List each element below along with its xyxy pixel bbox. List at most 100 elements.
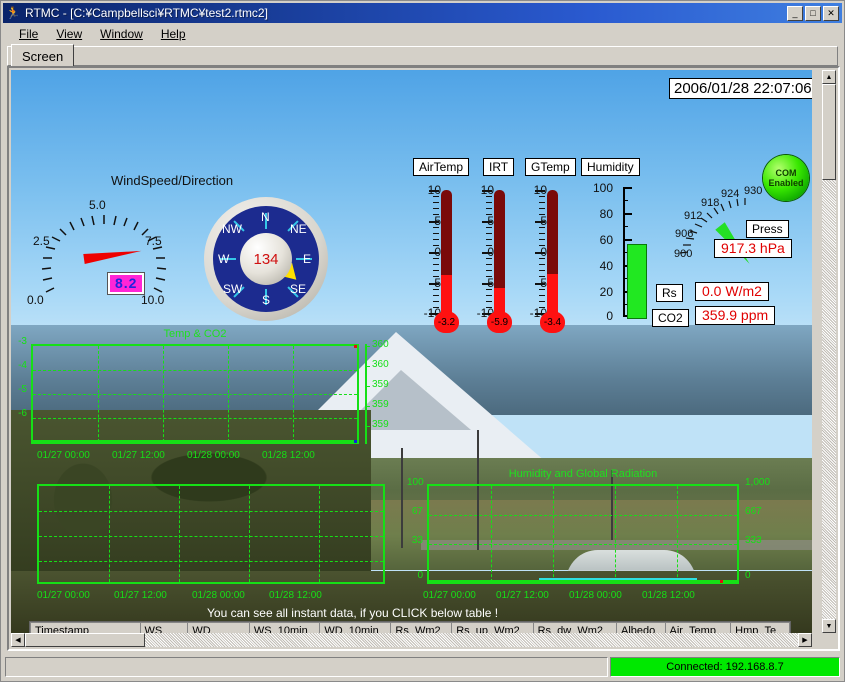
- tick-major: [429, 190, 439, 192]
- windspeed-tick-0: 0.0: [27, 293, 44, 307]
- tick-minor: [433, 258, 439, 259]
- gridline-h: [429, 544, 737, 545]
- window-title: RTMC - [C:¥Campbellsci¥RTMC¥test2.rtmc2]: [25, 6, 268, 20]
- tick-minor: [539, 239, 545, 240]
- compass-label-se: SE: [290, 282, 307, 296]
- pressure-tick-930: 930: [744, 185, 763, 197]
- tick-minor: [539, 196, 545, 197]
- tick-minor: [486, 276, 492, 277]
- menu-item-help[interactable]: Help: [152, 26, 195, 42]
- airtemp-value: -3.2: [434, 311, 459, 333]
- tick-minor: [539, 295, 545, 296]
- window-controls: _ □ ✕: [787, 5, 840, 21]
- vertical-scrollbar[interactable]: ▲ ▼: [822, 70, 836, 633]
- col-albedo[interactable]: Albedo: [616, 622, 666, 633]
- pressure-tick-918: 918: [701, 197, 720, 209]
- tick-minor: [486, 245, 492, 246]
- chart-temp-co2-trace-temp: [33, 440, 357, 442]
- menu-item-window[interactable]: Window: [91, 26, 152, 42]
- minimize-button[interactable]: _: [787, 5, 803, 21]
- gridline-v: [249, 486, 250, 582]
- horizontal-scrollbar[interactable]: ◀ ▶: [11, 633, 812, 647]
- col-air-temp[interactable]: Air_Temp: [664, 622, 732, 633]
- col-wd[interactable]: WD: [187, 622, 250, 633]
- tick-minor: [433, 289, 439, 290]
- gridline-h: [39, 511, 383, 512]
- tick-minor: [486, 239, 492, 240]
- tick-minor: [486, 264, 492, 265]
- gridline-v: [228, 346, 229, 442]
- menu-item-file[interactable]: File: [10, 26, 47, 42]
- menu-file-label: File: [19, 27, 39, 41]
- thermometer-irt: 10 5 0 -5 -10: [458, 183, 518, 337]
- instant-data-table[interactable]: Timestamp WS WD WS_10min WD_10min Rs_Wm2…: [29, 621, 791, 633]
- vertical-scroll-thumb[interactable]: [822, 84, 836, 180]
- data-table: Timestamp WS WD WS_10min WD_10min Rs_Wm2…: [30, 622, 790, 633]
- humidity-label: Humidity: [581, 158, 640, 176]
- chart3-xtick-1: 01/27 12:00: [496, 590, 549, 601]
- pressure-tick-900: 900: [674, 248, 693, 260]
- tab-screen[interactable]: Screen: [11, 44, 75, 66]
- maximize-button[interactable]: □: [805, 5, 821, 21]
- tick-minor: [486, 214, 492, 215]
- gridline-v: [163, 346, 164, 442]
- scroll-right-icon[interactable]: ▶: [798, 633, 812, 647]
- chart-temp-co2: Temp & CO2 -3 -4 -5 -6 360 360 359 359 3…: [18, 328, 389, 461]
- close-button[interactable]: ✕: [823, 5, 839, 21]
- col-ws[interactable]: WS: [139, 622, 189, 633]
- chart1-right-axis: [365, 344, 367, 444]
- tick-right: [365, 386, 370, 387]
- tick-minor: [433, 270, 439, 271]
- pressure-tick-924: 924: [721, 188, 740, 200]
- gridline-v: [179, 486, 180, 582]
- chart3-ytick-1: 67: [411, 506, 423, 517]
- col-rs-up-wm2[interactable]: Rs_up_Wm2: [451, 622, 534, 633]
- col-timestamp[interactable]: Timestamp: [30, 622, 141, 633]
- pressure-tick-906: 906: [675, 228, 694, 240]
- tick-minor: [433, 196, 439, 197]
- gridline-v: [109, 486, 110, 582]
- col-rs-wm2[interactable]: Rs_Wm2: [390, 622, 453, 633]
- chart1-y2tick-2: 359: [372, 379, 389, 390]
- scroll-down-icon[interactable]: ▼: [822, 619, 836, 633]
- horizontal-scroll-thumb[interactable]: [25, 633, 145, 647]
- scrollbar-corner: [822, 633, 836, 647]
- tick-minor: [433, 245, 439, 246]
- tick-minor: [539, 202, 545, 203]
- humidity-tick-20: 20: [599, 285, 613, 299]
- gridline-v: [293, 346, 294, 442]
- tick-minor: [433, 239, 439, 240]
- col-wd-10min[interactable]: WD_10min: [319, 622, 392, 633]
- airtemp-label: AirTemp: [413, 158, 470, 176]
- scroll-up-icon[interactable]: ▲: [822, 70, 836, 84]
- chart3-xtick-2: 01/28 00:00: [569, 590, 622, 601]
- humidity-tick-100: 100: [592, 181, 613, 195]
- tick-minor: [539, 301, 545, 302]
- table-hint-text: You can see all instant data, if you CLI…: [207, 606, 499, 620]
- compass-label-nw: NW: [222, 222, 242, 236]
- tick-right: [365, 366, 370, 367]
- menu-item-view[interactable]: View: [47, 26, 91, 42]
- col-hmp-te[interactable]: Hmp_Te: [730, 622, 790, 633]
- tick-major: [429, 283, 439, 285]
- pressure-value: 917.3 hPa: [714, 239, 792, 258]
- irt-label: IRT: [483, 158, 515, 176]
- tick-minor: [486, 270, 492, 271]
- statusbar-connection-status: Connected: 192.168.8.7: [610, 657, 840, 677]
- col-ws-10min[interactable]: WS_10min: [248, 622, 321, 633]
- screen-canvas-viewport: 2006/01/28 22:07:06 COM Enabled WindSpee…: [11, 70, 826, 647]
- scroll-left-icon[interactable]: ◀: [11, 633, 25, 647]
- tick-minor: [486, 196, 492, 197]
- col-rs-dw-wm2[interactable]: Rs_dw_Wm2: [532, 622, 618, 633]
- tick-minor: [486, 227, 492, 228]
- thermometer-tube: [547, 190, 558, 316]
- chart3-ytick-2: 33: [411, 535, 423, 546]
- gridline-h: [33, 370, 357, 371]
- chart1-xtick-1: 01/27 12:00: [112, 450, 165, 461]
- tick-minor: [486, 258, 492, 259]
- statusbar-message: [5, 657, 608, 677]
- chart-temp-co2-marker-co2: [354, 440, 357, 443]
- windspeed-tick-2: 5.0: [89, 198, 106, 212]
- windspeed-tick-3: 7.5: [145, 234, 162, 248]
- chart3-y2tick-0: 1,000: [745, 477, 771, 488]
